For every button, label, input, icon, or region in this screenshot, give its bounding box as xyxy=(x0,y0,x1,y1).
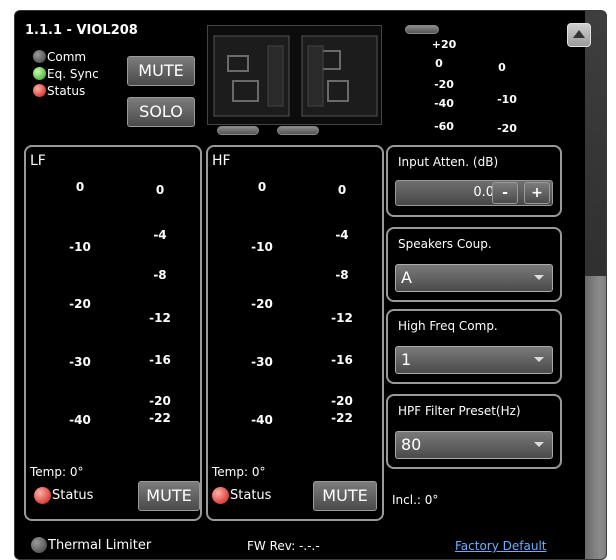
lf-status-indicator: Status xyxy=(34,487,93,504)
hf-right-tick: -4 xyxy=(335,228,349,242)
status-led-icon xyxy=(33,84,46,97)
hf-right-tick: -20 xyxy=(331,394,353,408)
top-meter-left-tick: +20 xyxy=(431,38,457,51)
eq-sync-indicator: Eq. Sync xyxy=(33,66,99,81)
scrollbar[interactable] xyxy=(585,11,606,559)
factory-default-link[interactable]: Factory Default xyxy=(455,539,547,553)
lf-left-tick: -40 xyxy=(69,413,91,427)
hf-title: HF xyxy=(212,153,231,169)
hpf-preset-label: HPF Filter Preset(Hz) xyxy=(398,404,521,418)
lf-section: LF 0 -10 -20 -30 -40 0 -4 -8 -12 -16 -20… xyxy=(24,145,202,521)
hf-right-tick: 0 xyxy=(337,183,347,197)
top-meter-right-tick: -10 xyxy=(497,93,517,106)
lf-left-tick: -10 xyxy=(69,240,91,254)
lf-right-tick: -12 xyxy=(149,311,171,325)
high-freq-comp-label: High Freq Comp. xyxy=(398,319,498,333)
lf-left-tick: 0 xyxy=(75,180,85,194)
hf-mute-button[interactable]: MUTE xyxy=(313,481,377,511)
hf-left-tick: -10 xyxy=(251,240,273,254)
hf-left-tick: 0 xyxy=(257,180,267,194)
lf-right-tick: -8 xyxy=(153,268,167,282)
scrollbar-thumb[interactable] xyxy=(585,276,606,559)
device-panel: 1.1.1 - VIOL208 Comm Eq. Sync Status MUT… xyxy=(14,10,607,560)
hf-left-tick: -30 xyxy=(251,355,273,369)
lf-title: LF xyxy=(30,153,46,169)
chevron-down-icon xyxy=(534,442,544,447)
high-freq-comp-value: 1 xyxy=(401,350,412,369)
lf-right-tick: -4 xyxy=(153,228,167,242)
speakers-coup-label: Speakers Coup. xyxy=(398,237,492,251)
top-meter-left-tick: -20 xyxy=(434,78,454,91)
high-freq-comp-group: High Freq Comp. 1 xyxy=(386,309,562,384)
speaker-image xyxy=(207,25,382,125)
device-title: 1.1.1 - VIOL208 xyxy=(25,23,138,38)
input-atten-value: 0.0 xyxy=(473,185,494,200)
input-atten-decrement-button[interactable]: - xyxy=(492,182,518,204)
top-meter-left-tick: -40 xyxy=(434,97,454,110)
high-freq-comp-select[interactable]: 1 xyxy=(395,346,553,374)
speakers-coup-select[interactable]: A xyxy=(395,264,553,292)
input-atten-label: Input Atten. (dB) xyxy=(398,155,499,169)
lf-right-tick: 0 xyxy=(155,183,165,197)
hf-status-indicator: Status xyxy=(212,487,271,504)
hf-right-tick: -16 xyxy=(331,353,353,367)
speaker-slot-2-handle[interactable] xyxy=(277,126,319,135)
eq-sync-led-icon xyxy=(33,67,46,80)
speakers-coup-value: A xyxy=(401,268,412,287)
top-meter-right-tick: 0 xyxy=(498,61,506,74)
solo-button[interactable]: SOLO xyxy=(127,97,195,127)
input-atten-increment-button[interactable]: + xyxy=(524,182,550,204)
hf-left-tick: -20 xyxy=(251,297,273,311)
hf-temp: Temp: 0° xyxy=(212,465,266,479)
lf-right-tick: -16 xyxy=(149,353,171,367)
top-meter-left-tick: 0 xyxy=(435,57,443,70)
scroll-up-icon[interactable] xyxy=(567,23,591,47)
chevron-down-icon xyxy=(534,357,544,362)
lf-mute-button[interactable]: MUTE xyxy=(138,481,200,511)
lf-right-tick: -22 xyxy=(149,411,171,425)
hf-section: HF 0 -10 -20 -30 -40 0 -4 -8 -12 -16 -20… xyxy=(206,145,384,521)
lf-left-tick: -20 xyxy=(69,297,91,311)
hf-right-tick: -12 xyxy=(331,311,353,325)
top-meter-right-tick: -20 xyxy=(497,122,517,135)
mute-button[interactable]: MUTE xyxy=(127,56,195,86)
hf-left-tick: -40 xyxy=(251,413,273,427)
comm-led-icon xyxy=(33,50,46,63)
top-meter-handle[interactable] xyxy=(405,25,439,34)
hpf-preset-value: 80 xyxy=(401,435,422,454)
fw-rev: FW Rev: -.-.- xyxy=(247,539,320,553)
lf-status-led-icon xyxy=(34,487,51,504)
inclination-readout: Incl.: 0° xyxy=(392,493,439,507)
chevron-down-icon xyxy=(534,275,544,280)
hf-status-led-icon xyxy=(212,487,229,504)
comm-indicator: Comm xyxy=(33,49,86,64)
input-atten-group: Input Atten. (dB) 0.0 - + xyxy=(386,145,562,217)
hf-right-tick: -22 xyxy=(331,411,353,425)
speaker-slot-1-handle[interactable] xyxy=(217,126,259,135)
lf-left-tick: -30 xyxy=(69,355,91,369)
hf-right-tick: -8 xyxy=(335,268,349,282)
hpf-preset-select[interactable]: 80 xyxy=(395,431,553,459)
thermal-limiter-led-icon xyxy=(31,537,47,553)
hpf-preset-group: HPF Filter Preset(Hz) 80 xyxy=(386,394,562,469)
lf-temp: Temp: 0° xyxy=(30,465,84,479)
top-meter-left-tick: -60 xyxy=(434,120,454,133)
speakers-coup-group: Speakers Coup. A xyxy=(386,227,562,302)
lf-right-tick: -20 xyxy=(149,394,171,408)
status-indicator: Status xyxy=(33,83,85,98)
thermal-limiter-indicator: Thermal Limiter xyxy=(31,537,151,553)
